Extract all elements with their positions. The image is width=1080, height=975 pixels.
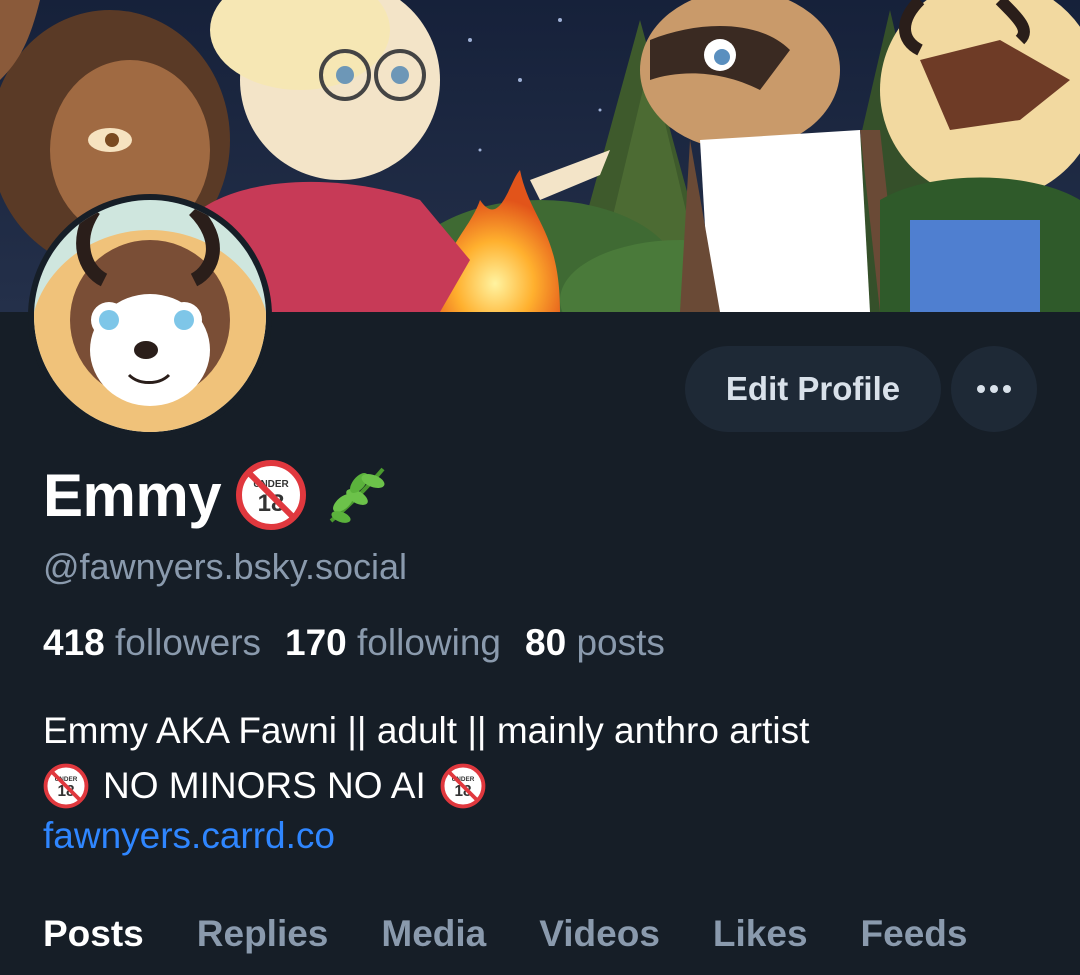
followers-count: 418	[43, 622, 105, 663]
more-options-button[interactable]	[951, 346, 1037, 432]
no-under-18-icon: UNDER 18	[236, 460, 307, 530]
bio-line-1: Emmy AKA Fawni || adult || mainly anthro…	[43, 710, 810, 751]
tab-replies[interactable]: Replies	[197, 913, 329, 955]
following-stat[interactable]: 170 following	[285, 622, 501, 664]
bio-warning-text: NO MINORS NO AI	[103, 765, 426, 806]
tab-likes[interactable]: Likes	[713, 913, 808, 955]
following-label: following	[357, 622, 502, 663]
avatar[interactable]	[28, 194, 272, 438]
bio-line-2: UNDER 18 NO MINORS NO AI UNDER 18	[43, 760, 486, 812]
edit-profile-label: Edit Profile	[725, 370, 901, 407]
edit-profile-button[interactable]: Edit Profile	[685, 346, 941, 432]
no-under-18-icon: UNDER 18	[440, 763, 486, 809]
tab-media[interactable]: Media	[381, 913, 486, 955]
profile-stats: 418 followers 170 following 80 posts	[43, 622, 665, 664]
profile-handle: @fawnyers.bsky.social	[43, 546, 407, 587]
display-name: Emmy	[43, 461, 222, 529]
profile-page: Edit Profile Emmy UNDER 18 @fawnyers.bsk…	[0, 0, 1080, 975]
posts-label: posts	[576, 622, 665, 663]
avatar-image	[34, 200, 266, 432]
tab-feeds[interactable]: Feeds	[861, 913, 968, 955]
followers-stat[interactable]: 418 followers	[43, 622, 261, 664]
profile-name-row: Emmy UNDER 18	[43, 455, 393, 535]
posts-count: 80	[525, 622, 567, 663]
bio-link[interactable]: fawnyers.carrd.co	[43, 815, 335, 857]
tab-videos[interactable]: Videos	[539, 913, 660, 955]
followers-label: followers	[115, 622, 262, 663]
following-count: 170	[285, 622, 347, 663]
no-under-18-icon: UNDER 18	[43, 763, 89, 809]
posts-stat: 80 posts	[525, 622, 665, 664]
herb-icon	[329, 467, 385, 523]
profile-tabs: Posts Replies Media Videos Likes Feeds	[43, 913, 967, 955]
ellipsis-icon	[977, 385, 1011, 393]
tab-posts[interactable]: Posts	[43, 913, 144, 955]
